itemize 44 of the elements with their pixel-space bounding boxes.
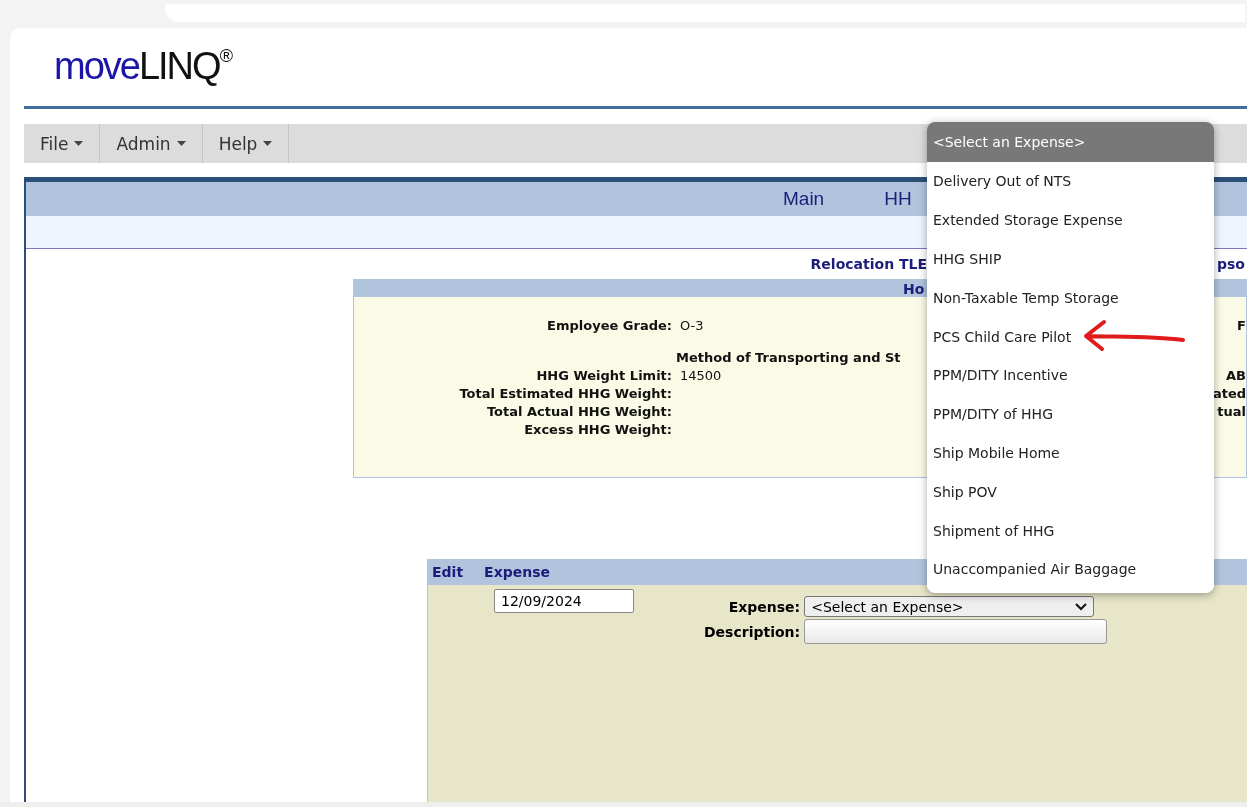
chevron-icon: [1075, 602, 1088, 611]
dropdown-option[interactable]: <Select an Expense>: [927, 122, 1214, 162]
field-value: 14500: [680, 367, 722, 385]
field-value: O-3: [680, 317, 704, 335]
field-label: Employee Grade:: [546, 317, 673, 335]
menu-item[interactable]: Admin: [100, 124, 203, 163]
dropdown-option[interactable]: PPM/DITY Incentive: [927, 356, 1214, 395]
field-label: Total Actual HHG Weight:: [485, 403, 673, 421]
dropdown-option[interactable]: HHG SHIP: [927, 239, 1214, 279]
field-label: F: [1236, 317, 1246, 335]
dropdown-option[interactable]: PPM/DITY of HHG: [927, 394, 1214, 434]
field-label: HHG Weight Limit:: [535, 367, 673, 385]
date-field[interactable]: 12/09/2024: [494, 589, 634, 613]
logo: moveLINQ®: [54, 47, 233, 85]
dropdown-option[interactable]: Delivery Out of NTS: [927, 162, 1214, 201]
column-header: Expense: [484, 564, 550, 580]
expense-select[interactable]: <Select an Expense>: [804, 596, 1095, 617]
dropdown-option[interactable]: Ship POV: [927, 472, 1214, 512]
record-title: pso: [1217, 256, 1245, 272]
field-label: Excess HHG Weight:: [523, 421, 673, 439]
record-title: Relocation TLE: [810, 256, 927, 272]
tab[interactable]: Main: [783, 188, 825, 210]
subsection-heading: Method of Transporting and St: [676, 349, 902, 367]
dropdown-option[interactable]: PCS Child Care Pilot: [927, 317, 1214, 356]
caret-icon: [74, 141, 84, 146]
field-label: Expense:: [727, 598, 801, 615]
dropdown-option[interactable]: Unaccompanied Air Baggage: [927, 549, 1214, 589]
menu-item[interactable]: Help: [202, 124, 290, 163]
section-title: Ho: [903, 280, 925, 297]
dropdown-option[interactable]: Non-Taxable Temp Storage: [927, 278, 1214, 318]
field-label: Description:: [704, 623, 801, 640]
menu-item[interactable]: File: [24, 124, 101, 163]
column-header: Edit: [432, 564, 464, 580]
caret-icon: [176, 141, 186, 146]
dropdown-option[interactable]: Ship Mobile Home: [927, 433, 1214, 473]
field-label: AB: [1225, 367, 1246, 385]
field-label: ated: [1212, 385, 1246, 403]
field-label: tual: [1216, 403, 1246, 421]
dropdown-option[interactable]: Extended Storage Expense: [927, 200, 1214, 240]
description-field[interactable]: [804, 619, 1108, 644]
caret-icon: [263, 141, 273, 146]
dropdown-option[interactable]: Shipment of HHG: [927, 511, 1214, 550]
tab[interactable]: HH: [884, 188, 912, 210]
field-label: Total Estimated HHG Weight:: [458, 385, 673, 403]
